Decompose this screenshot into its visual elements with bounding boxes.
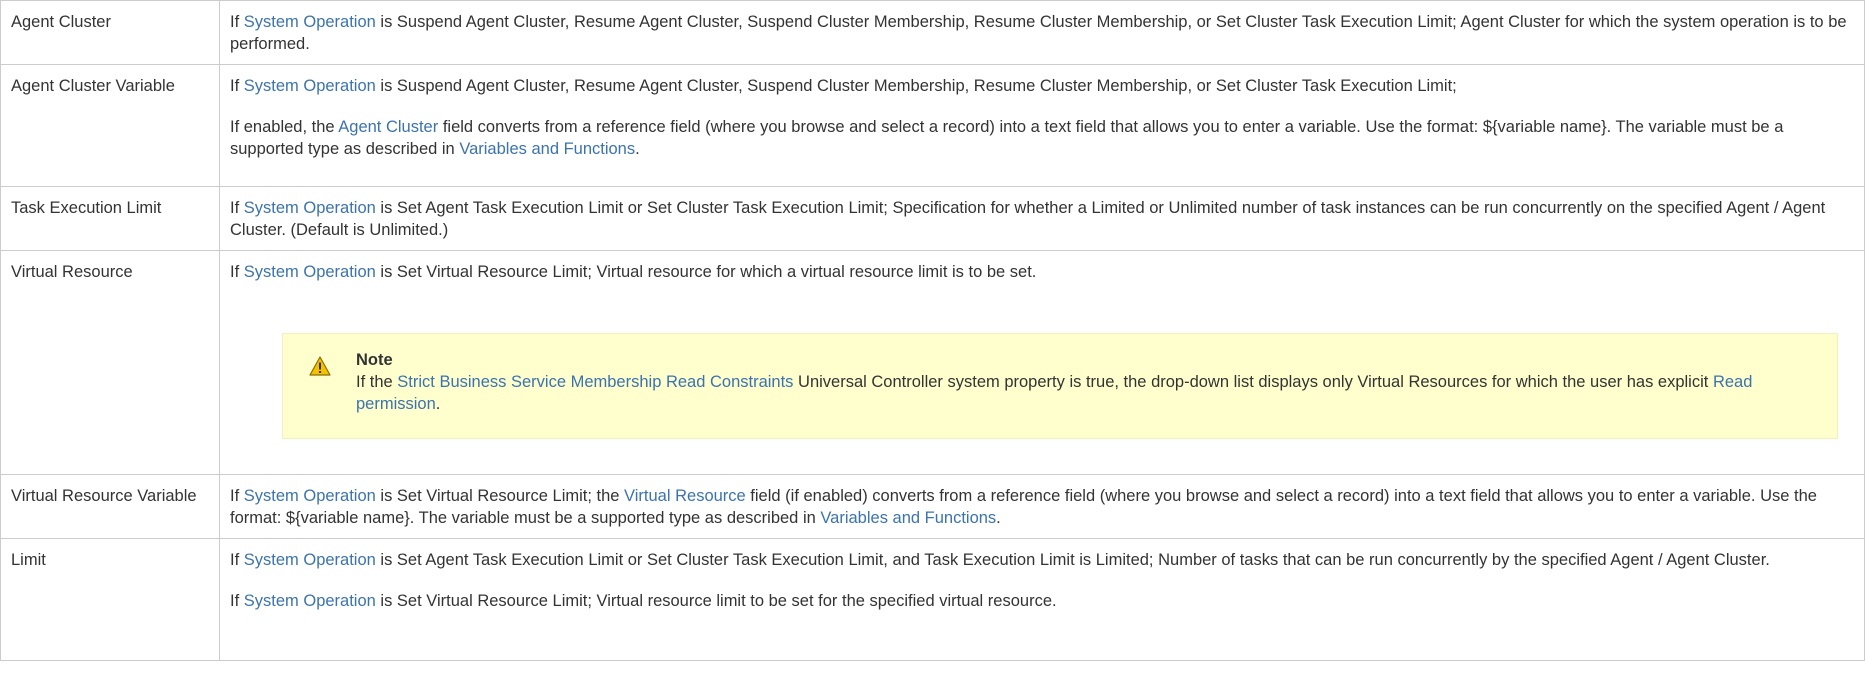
system-operation-link[interactable]: System Operation xyxy=(244,199,376,217)
table-row: Agent Cluster If System Operation is Sus… xyxy=(0,0,1865,65)
text: is Set Virtual Resource Limit; the xyxy=(375,487,625,505)
description-paragraph: If System Operation is Set Virtual Resou… xyxy=(230,485,1854,529)
text: If enabled, the xyxy=(230,118,339,136)
warning-icon xyxy=(309,356,331,376)
field-description: If System Operation is Set Agent Task Ex… xyxy=(219,186,1865,251)
table-row: Task Execution Limit If System Operation… xyxy=(0,186,1865,251)
text: is Set Agent Task Execution Limit or Set… xyxy=(375,551,1770,569)
variables-and-functions-link[interactable]: Variables and Functions xyxy=(459,140,635,158)
note-panel: Note If the Strict Business Service Memb… xyxy=(282,333,1838,439)
description-paragraph: If System Operation is Set Virtual Resou… xyxy=(230,590,1854,612)
field-description: If System Operation is Suspend Agent Clu… xyxy=(219,64,1865,187)
system-operation-link[interactable]: System Operation xyxy=(244,592,376,610)
field-description-table: Agent Cluster If System Operation is Sus… xyxy=(0,0,1865,661)
text: Universal Controller system property is … xyxy=(793,373,1713,391)
field-description: If System Operation is Suspend Agent Clu… xyxy=(219,0,1865,65)
field-name: Agent Cluster Variable xyxy=(0,64,220,187)
field-description: If System Operation is Set Agent Task Ex… xyxy=(219,538,1865,661)
note-body: If the Strict Business Service Membershi… xyxy=(356,371,1817,415)
strict-business-service-link[interactable]: Strict Business Service Membership Read … xyxy=(397,373,793,391)
field-name: Virtual Resource Variable xyxy=(0,474,220,539)
text: is Set Virtual Resource Limit; Virtual r… xyxy=(375,592,1057,610)
table-row: Virtual Resource Variable If System Oper… xyxy=(0,474,1865,539)
text: If xyxy=(230,199,244,217)
text: is Suspend Agent Cluster, Resume Agent C… xyxy=(375,77,1457,95)
text: If xyxy=(230,77,244,95)
system-operation-link[interactable]: System Operation xyxy=(244,551,376,569)
text: If xyxy=(230,551,244,569)
virtual-resource-link[interactable]: Virtual Resource xyxy=(624,487,746,505)
note-title: Note xyxy=(356,351,393,369)
system-operation-link[interactable]: System Operation xyxy=(244,263,376,281)
table-row: Limit If System Operation is Set Agent T… xyxy=(0,538,1865,661)
text: . xyxy=(996,509,1001,527)
field-description: If System Operation is Set Virtual Resou… xyxy=(219,250,1865,475)
text: If xyxy=(230,592,244,610)
system-operation-link[interactable]: System Operation xyxy=(244,487,376,505)
description-paragraph: If System Operation is Set Agent Task Ex… xyxy=(230,197,1854,241)
description-paragraph: If System Operation is Suspend Agent Clu… xyxy=(230,11,1854,55)
description-paragraph: If System Operation is Suspend Agent Clu… xyxy=(230,75,1854,97)
text: . xyxy=(435,395,441,413)
text: If xyxy=(230,263,244,281)
field-name: Limit xyxy=(0,538,220,661)
system-operation-link[interactable]: System Operation xyxy=(244,13,376,31)
description-paragraph: If System Operation is Set Agent Task Ex… xyxy=(230,549,1854,571)
text: is Suspend Agent Cluster, Resume Agent C… xyxy=(230,13,1847,53)
field-name: Task Execution Limit xyxy=(0,186,220,251)
field-description: If System Operation is Set Virtual Resou… xyxy=(219,474,1865,539)
description-paragraph: If System Operation is Set Virtual Resou… xyxy=(230,261,1854,283)
table-row: Agent Cluster Variable If System Operati… xyxy=(0,64,1865,187)
text: If xyxy=(230,487,244,505)
text: is Set Agent Task Execution Limit or Set… xyxy=(230,199,1826,239)
system-operation-link[interactable]: System Operation xyxy=(244,77,376,95)
field-name: Agent Cluster xyxy=(0,0,220,65)
text: . xyxy=(635,140,640,158)
text: If xyxy=(230,13,244,31)
description-paragraph: If enabled, the Agent Cluster field conv… xyxy=(230,116,1854,160)
agent-cluster-link[interactable]: Agent Cluster xyxy=(338,118,438,136)
variables-and-functions-link[interactable]: Variables and Functions xyxy=(820,509,996,527)
table-row: Virtual Resource If System Operation is … xyxy=(0,250,1865,475)
text: If the xyxy=(356,373,398,391)
text: is Set Virtual Resource Limit; Virtual r… xyxy=(375,263,1037,281)
field-name: Virtual Resource xyxy=(0,250,220,475)
